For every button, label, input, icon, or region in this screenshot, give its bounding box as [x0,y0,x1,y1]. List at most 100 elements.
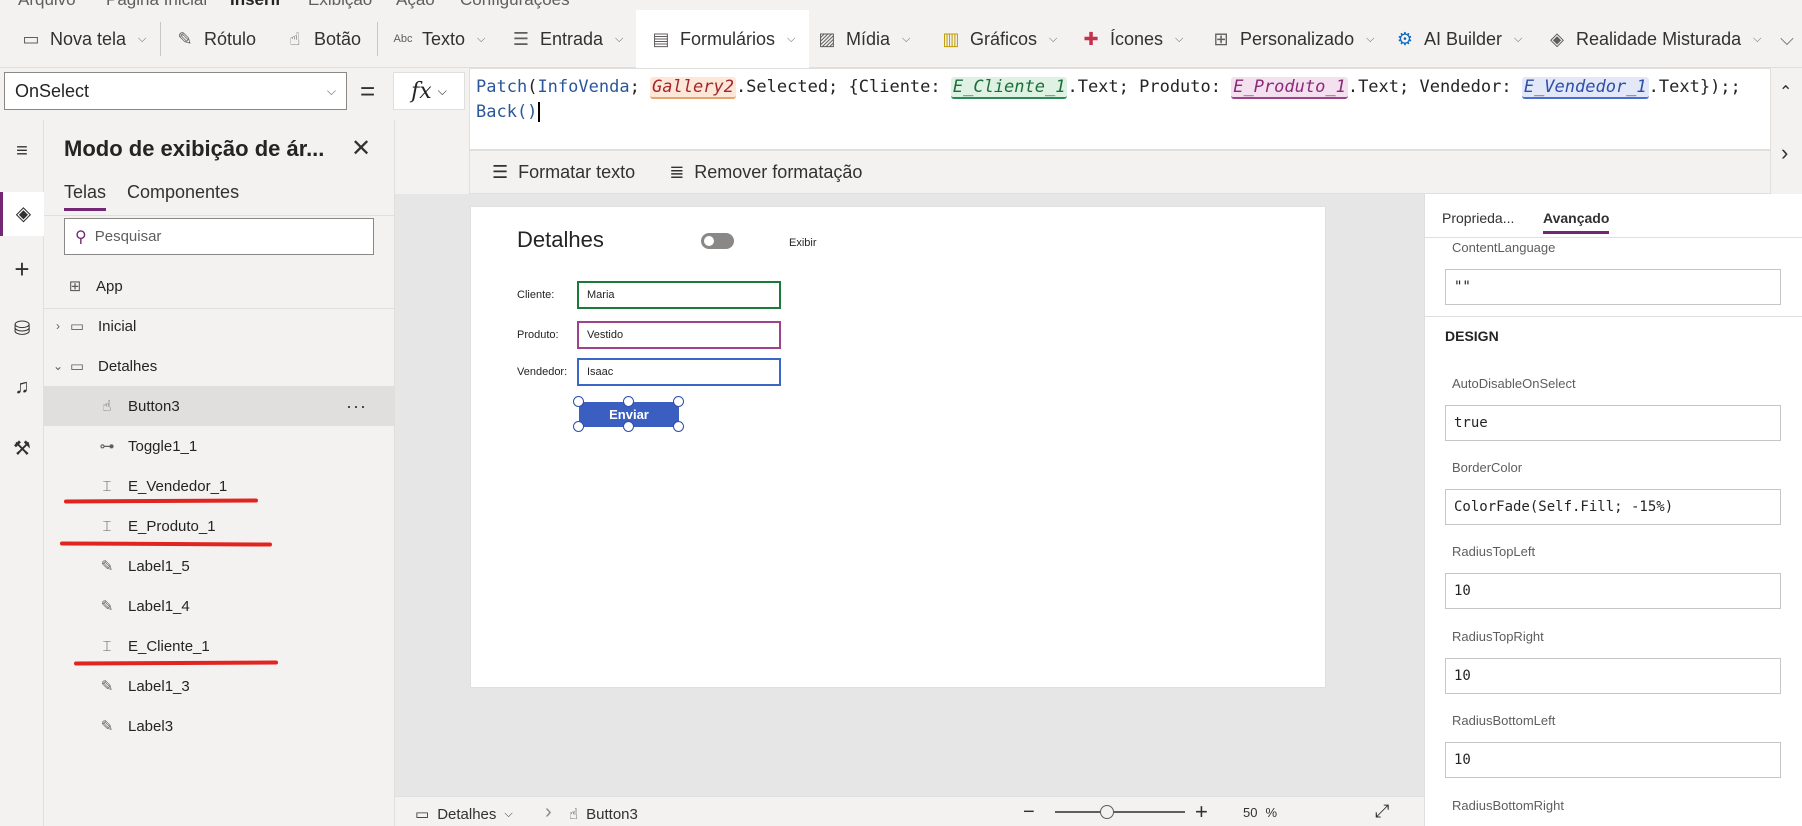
menu-arquivo[interactable]: Arquivo [18,0,76,10]
tree-item-label: Detalhes [98,357,158,375]
insert-plus-icon[interactable]: + [0,254,44,285]
content-language-label: ContentLanguage [1452,240,1556,255]
tree-item-label3[interactable]: ✎ Label3 [44,706,395,746]
botao-button[interactable]: ☝ Botão [284,10,362,68]
new-screen-icon: ▭ [22,28,40,49]
tree-item-label1-5[interactable]: ✎ Label1_5 [44,546,395,586]
radius-bottom-left-field[interactable]: 10 [1445,742,1781,778]
remove-format-button[interactable]: ≣ Remover formatação [669,162,862,183]
produto-input[interactable]: Vestido [577,321,781,349]
ai-builder-icon: ⚙ [1396,28,1414,49]
resize-handle[interactable] [623,421,634,432]
graficos-label: Gráficos [970,28,1038,49]
content-language-field[interactable]: "" [1445,269,1781,305]
radius-bottom-right-label: RadiusBottomRight [1452,798,1564,813]
property-dropdown[interactable]: OnSelect ⌵ [4,72,347,110]
chevron-right-icon[interactable]: › [1781,140,1788,166]
resize-handle[interactable] [573,421,584,432]
border-color-label: BorderColor [1452,460,1523,475]
radius-top-right-label: RadiusTopRight [1452,629,1544,644]
vendedor-input[interactable]: Isaac [577,358,781,386]
tree-item-app[interactable]: ⊞ App [44,266,395,306]
tree-search-input[interactable]: ⚲ Pesquisar [64,218,374,255]
fx-button[interactable]: fx ⌵ [393,72,465,110]
tab-telas[interactable]: Telas [64,182,107,211]
personalizado-button[interactable]: ⊞ Personalizado ⌵ [1210,10,1374,68]
tab-propriedades[interactable]: Proprieda... [1442,210,1514,226]
rotulo-button[interactable]: ✎ Rótulo [174,10,256,68]
resize-handle[interactable] [573,396,584,407]
cliente-input[interactable]: Maria [577,281,781,309]
zoom-in-icon[interactable]: + [1195,799,1208,825]
label-edit-icon: ✎ [100,558,114,575]
radius-top-right-field[interactable]: 10 [1445,658,1781,694]
resize-handle[interactable] [673,396,684,407]
resize-handle[interactable] [623,396,634,407]
tree-item-toggle[interactable]: ⊶ Toggle1_1 [44,426,395,466]
media-icon[interactable]: ♫ [0,376,44,399]
chevron-down-icon: ⌵ [437,83,447,98]
screen-breadcrumb[interactable]: ▭ Detalhes ⌵ [415,805,513,824]
tree-item-inicial[interactable]: › ▭ Inicial [44,306,395,346]
app-icon: ⊞ [68,278,82,295]
chevron-down-icon: ⌵ [138,32,147,45]
graficos-button[interactable]: ▥ Gráficos ⌵ [940,10,1057,68]
equals-sign: = [360,76,376,106]
auto-disable-field[interactable]: true [1445,405,1781,441]
chevron-down-icon: ⌵ [504,807,513,820]
tree-item-button3[interactable]: ☝ Button3 ··· [44,386,395,426]
icones-button[interactable]: ✚ Ícones ⌵ [1080,10,1183,68]
tree-item-label1-3[interactable]: ✎ Label1_3 [44,666,395,706]
ai-builder-button[interactable]: ⚙ AI Builder ⌵ [1394,10,1522,68]
vendedor-label: Vendedor: [517,366,568,378]
menu-exibicao[interactable]: Exibição [308,0,372,10]
realidade-misturada-button[interactable]: ◈ Realidade Misturada ⌵ [1546,10,1761,68]
format-text-button[interactable]: ☰ Formatar texto [492,162,635,183]
texto-button[interactable]: Abc Texto ⌵ [392,10,486,68]
format-text-label: Formatar texto [518,161,636,182]
formula-vendedor-token: E_Vendedor_1 [1521,77,1649,99]
hamburger-icon[interactable]: ≡ [0,140,44,163]
tree-item-label: Label1_3 [128,677,190,695]
menu-pagina-inicial[interactable]: Página Inicial [106,0,207,10]
tab-componentes[interactable]: Componentes [127,182,239,203]
zoom-slider[interactable] [1055,811,1185,813]
right-edge-controls: ⌃ › [1771,68,1802,194]
more-options-icon[interactable]: ··· [346,396,367,417]
chevron-right-icon[interactable]: › [50,319,66,333]
tree-item-label1-4[interactable]: ✎ Label1_4 [44,586,395,626]
zoom-out-icon[interactable]: − [1023,801,1035,824]
tree-view-layers-icon[interactable]: ◈ [0,192,44,236]
ribbon-collapse-button[interactable]: ⌵ [1776,10,1798,68]
formula-produto-token: E_Produto_1 [1231,77,1348,99]
data-cylinder-icon[interactable]: ⛁ [0,316,44,341]
close-icon[interactable]: ✕ [351,134,371,163]
menu-configuracoes[interactable]: Configurações [460,0,570,10]
chevron-down-icon: ⌵ [1514,32,1523,45]
chevron-down-icon[interactable]: ⌄ [50,359,66,373]
tree-item-e-produto[interactable]: ⌶ E_Produto_1 [44,506,395,546]
tree-item-detalhes[interactable]: ⌄ ▭ Detalhes [44,346,395,386]
entrada-button[interactable]: ☰ Entrada ⌵ [510,10,623,68]
formula-sep: ; [629,77,651,97]
nova-tela-button[interactable]: ▭ Nova tela ⌵ [20,10,146,68]
formula-editor[interactable]: Patch(InfoVenda; Gallery2 .Selected; {Cli… [469,68,1771,150]
chevron-up-icon[interactable]: ⌃ [1779,82,1792,102]
chevron-down-icon: ⌵ [1366,32,1375,45]
exibir-toggle[interactable] [701,233,734,249]
radius-top-left-field[interactable]: 10 [1445,573,1781,609]
chevron-down-icon: ⌵ [1175,32,1184,45]
zoom-slider-thumb[interactable] [1100,805,1114,819]
midia-button[interactable]: ▨ Mídia ⌵ [816,10,910,68]
border-color-field[interactable]: ColorFade(Self.Fill; -15%) [1445,489,1781,525]
control-breadcrumb[interactable]: ☝ Button3 [569,805,638,824]
tab-avancado[interactable]: Avançado [1543,210,1610,234]
resize-handle[interactable] [673,421,684,432]
rotulo-label: Rótulo [204,28,257,49]
menu-inserir[interactable]: Inserir [230,0,282,10]
formularios-button[interactable]: ▤ Formulários ⌵ [636,10,810,68]
tools-icon[interactable]: ⚒ [0,436,44,461]
formula-cliente-token: E_Cliente_1 [950,77,1068,99]
fit-to-window-icon[interactable]: ⤢ [1375,801,1389,822]
menu-acao[interactable]: Ação [396,0,435,10]
